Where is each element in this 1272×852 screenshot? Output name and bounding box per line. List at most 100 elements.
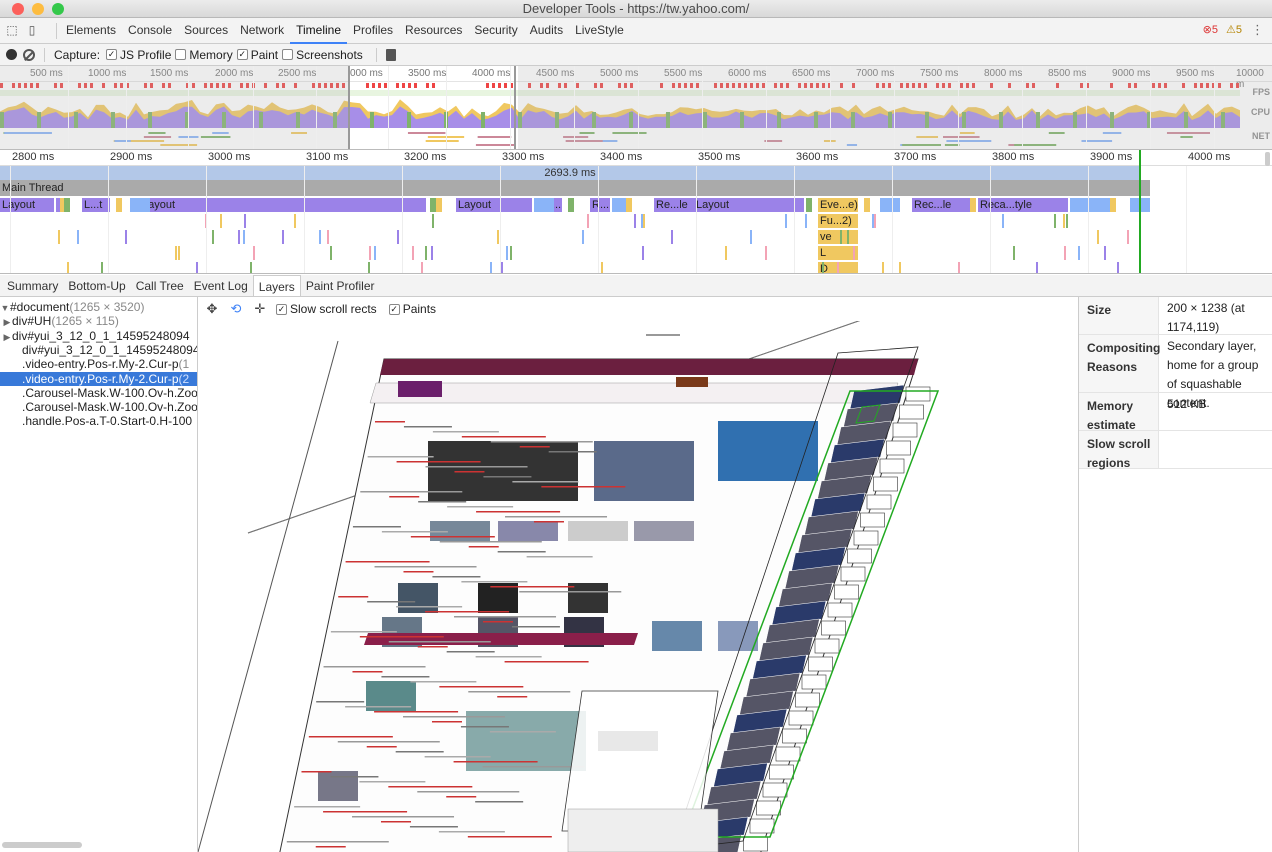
flame-event[interactable] — [425, 246, 428, 260]
layer-tree-row[interactable]: .handle.Pos-a.T-0.Start-0.H-100 — [0, 414, 197, 428]
flame-event[interactable] — [1065, 214, 1068, 228]
flame-event[interactable] — [100, 262, 103, 273]
flame-event[interactable] — [1090, 198, 1110, 212]
details-tab-bottom-up[interactable]: Bottom-Up — [63, 275, 130, 296]
flame-event[interactable] — [864, 198, 870, 212]
flame-event-layout[interactable]: Re...le — [654, 198, 694, 212]
flame-event-layout[interactable]: Rec...le — [912, 198, 972, 212]
trash-icon[interactable] — [385, 48, 396, 61]
flame-event[interactable] — [568, 198, 574, 212]
flame-event[interactable] — [804, 214, 807, 228]
flame-event[interactable] — [64, 198, 70, 212]
flame-event[interactable] — [806, 198, 812, 212]
flame-event[interactable] — [1002, 214, 1005, 228]
main-thread-header[interactable]: Main Thread — [0, 180, 1150, 196]
flame-event[interactable] — [411, 246, 414, 260]
tab-timeline[interactable]: Timeline — [290, 18, 348, 44]
flame-event-function[interactable]: Fu...2) — [818, 214, 858, 228]
capture-memory-checkbox[interactable]: Memory — [175, 48, 233, 62]
checkbox-box[interactable] — [282, 49, 294, 60]
record-button[interactable] — [6, 49, 17, 60]
flame-event[interactable] — [431, 246, 434, 260]
details-tab-paint-profiler[interactable]: Paint Profiler — [301, 275, 380, 296]
flame-event[interactable] — [249, 262, 252, 273]
flame-event[interactable] — [489, 262, 492, 273]
flame-event-function[interactable]: ve — [818, 230, 858, 244]
capture-screenshots-checkbox[interactable]: Screenshots — [282, 48, 363, 62]
checkbox-box[interactable]: ✓ — [236, 49, 248, 60]
flame-event[interactable] — [1013, 246, 1016, 260]
flame-event[interactable] — [626, 198, 632, 212]
checkbox-box[interactable]: ✓ — [276, 303, 287, 315]
flame-scrollbar[interactable] — [1265, 152, 1270, 166]
console-status[interactable]: ⊗5 ⚠5 — [1203, 23, 1242, 36]
layer-tree-row[interactable]: ▶ div#UH(1265 × 115) — [0, 314, 197, 328]
flame-event[interactable] — [66, 262, 69, 273]
capture-js-profile-checkbox[interactable]: ✓ JS Profile — [106, 48, 171, 62]
flame-event[interactable] — [506, 246, 509, 260]
tab-profiles[interactable]: Profiles — [347, 18, 399, 44]
pan-icon[interactable]: ✥ — [204, 301, 220, 317]
details-tab-layers[interactable]: Layers — [252, 275, 301, 296]
flame-event[interactable] — [749, 230, 752, 244]
flame-event[interactable] — [243, 214, 246, 228]
flame-event[interactable] — [1053, 214, 1056, 228]
flame-event-layout[interactable]: Layout — [0, 198, 54, 212]
flame-event[interactable] — [58, 230, 61, 244]
tab-security[interactable]: Security — [468, 18, 523, 44]
flame-event[interactable] — [1117, 262, 1120, 273]
paints-checkbox[interactable]: ✓ Paints — [388, 302, 436, 316]
flame-event-layout[interactable]: Layout — [694, 198, 804, 212]
flame-event[interactable] — [373, 246, 376, 260]
details-tab-summary[interactable]: Summary — [2, 275, 63, 296]
flame-event[interactable] — [874, 214, 877, 228]
flame-event[interactable] — [765, 246, 768, 260]
flame-event[interactable] — [1070, 198, 1090, 212]
layers-viewport[interactable]: ✥ ⟲ ✛ ✓ Slow scroll rects ✓ Paints — [198, 297, 1078, 852]
checkbox-box[interactable]: ✓ — [106, 49, 118, 60]
flame-event[interactable] — [1036, 262, 1039, 273]
flame-event[interactable] — [327, 230, 330, 244]
flame-event[interactable] — [396, 230, 399, 244]
flame-event[interactable] — [587, 214, 590, 228]
details-tab-event-log[interactable]: Event Log — [189, 275, 253, 296]
flame-event[interactable] — [329, 246, 332, 260]
flame-event-layout[interactable]: Layout — [456, 198, 532, 212]
flame-event[interactable] — [242, 230, 245, 244]
flame-event[interactable] — [581, 230, 584, 244]
flame-event[interactable] — [899, 262, 902, 273]
flame-event[interactable] — [500, 262, 503, 273]
checkbox-box[interactable] — [175, 49, 187, 60]
flame-chart[interactable]: 2800 ms 2900 ms 3000 ms 3100 ms 3200 ms 3300 … — [0, 150, 1272, 274]
layer-tree-row[interactable]: .Carousel-Mask.W-100.Ov-h.Zoo — [0, 400, 197, 414]
flame-event[interactable] — [840, 230, 843, 244]
flame-event[interactable] — [1063, 246, 1066, 260]
layer-tree-row[interactable]: ▶ div#yui_3_12_0_1_14595248094 — [0, 329, 197, 343]
flame-event[interactable] — [431, 214, 434, 228]
flame-event[interactable] — [880, 198, 900, 212]
layer-tree-scrollbar[interactable] — [2, 842, 82, 848]
flame-event-layout[interactable]: Layout — [140, 198, 426, 212]
layers-3d-canvas[interactable] — [198, 321, 1078, 852]
layer-tree-row[interactable]: ▼#document(1265 × 3520) — [0, 300, 197, 314]
disclosure-collapsed-icon[interactable]: ▶ — [2, 315, 12, 328]
flame-event[interactable] — [368, 246, 371, 260]
flame-event[interactable] — [670, 230, 673, 244]
layer-tree-row[interactable]: div#yui_3_12_0_1_14595248094 — [0, 343, 197, 357]
disclosure-expanded-icon[interactable]: ▼ — [0, 301, 10, 314]
reset-icon[interactable]: ✛ — [252, 301, 268, 317]
flame-event[interactable] — [634, 214, 637, 228]
flame-event[interactable] — [420, 262, 423, 273]
timeline-overview[interactable]: 500 ms 1000 ms 1500 ms 2000 ms 2500 ms 000 ms… — [0, 66, 1272, 150]
flame-event[interactable] — [220, 214, 223, 228]
layer-tree-row[interactable]: .video-entry.Pos-r.My-2.Cur-p(2 — [0, 371, 197, 386]
inspect-element-icon[interactable]: ⬚ — [4, 22, 20, 38]
flame-event[interactable] — [642, 246, 645, 260]
flame-event[interactable] — [212, 230, 215, 244]
disclosure-collapsed-icon[interactable]: ▶ — [2, 330, 12, 343]
tab-console[interactable]: Console — [122, 18, 178, 44]
flame-event[interactable] — [1110, 198, 1116, 212]
tab-network[interactable]: Network — [234, 18, 290, 44]
tab-elements[interactable]: Elements — [60, 18, 122, 44]
capture-paint-checkbox[interactable]: ✓ Paint — [236, 48, 278, 62]
